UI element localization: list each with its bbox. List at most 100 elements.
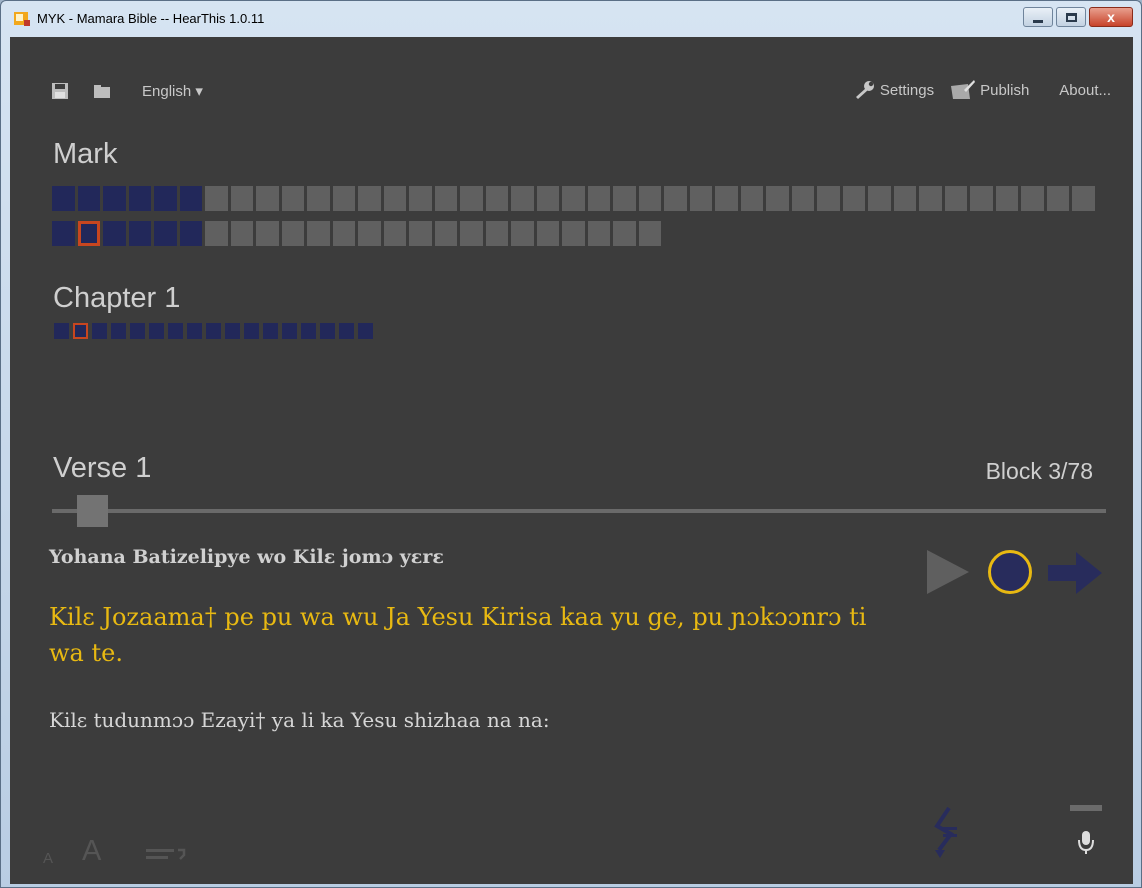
chapter-cell[interactable] [791,186,814,211]
text-wrap-icon[interactable] [146,848,188,862]
chapter-cell[interactable] [587,221,610,246]
chapter-cell[interactable] [1072,186,1095,211]
chapter-cell[interactable] [383,186,406,211]
next-arrow-icon[interactable] [1046,548,1106,598]
chapter-cell[interactable] [740,186,763,211]
verse-cell[interactable] [92,323,107,339]
play-icon[interactable] [927,550,969,594]
chapter-cell[interactable] [332,221,355,246]
chapter-cell[interactable] [919,186,942,211]
chapter-cell[interactable] [434,221,457,246]
verse-cell[interactable] [187,323,202,339]
chapter-cell[interactable] [613,221,636,246]
chapter-cell[interactable] [689,186,712,211]
publish-button[interactable]: Publish [950,80,1029,100]
chapter-cell[interactable] [179,221,202,246]
chapter-cell[interactable] [256,221,279,246]
chapter-cell[interactable] [511,221,534,246]
microphone-icon[interactable] [1068,803,1104,858]
chapter-cell[interactable] [434,186,457,211]
save-icon[interactable] [52,83,68,99]
chapter-cell[interactable] [383,221,406,246]
chapter-cell[interactable] [307,221,330,246]
chapter-cell[interactable] [485,221,508,246]
chapter-cell[interactable] [842,186,865,211]
verse-cell[interactable] [339,323,354,339]
verse-cell[interactable] [320,323,335,339]
chapter-cell[interactable] [358,221,381,246]
about-button[interactable]: About... [1059,82,1111,99]
verse-cell[interactable] [206,323,221,339]
chapter-cell[interactable] [230,186,253,211]
chapter-cell[interactable] [128,186,151,211]
chapter-cell[interactable] [562,221,585,246]
chapter-cell[interactable] [52,186,75,211]
chapter-cell[interactable] [179,186,202,211]
chapter-cell[interactable] [893,186,916,211]
language-selector[interactable]: English ▾ [142,82,203,100]
verse-cell[interactable] [73,323,88,339]
record-icon[interactable] [988,550,1032,594]
chapter-cell[interactable] [536,186,559,211]
chapter-cell[interactable] [281,221,304,246]
verse-cell[interactable] [301,323,316,339]
chapter-cell[interactable] [103,186,126,211]
maximize-button[interactable] [1056,7,1086,27]
verse-cell[interactable] [244,323,259,339]
chapter-cell[interactable] [77,186,100,211]
close-button[interactable]: x [1089,7,1133,27]
chapter-cell[interactable] [409,186,432,211]
verse-cell[interactable] [111,323,126,339]
chapter-cell[interactable] [485,186,508,211]
chapter-cell[interactable] [77,221,100,246]
chapter-cell[interactable] [205,186,228,211]
chapter-cell[interactable] [230,221,253,246]
verse-cell[interactable] [54,323,69,339]
chapter-cell[interactable] [460,186,483,211]
chapter-cell[interactable] [154,186,177,211]
verse-cell[interactable] [225,323,240,339]
chapter-cell[interactable] [307,186,330,211]
minimize-button[interactable] [1023,7,1053,27]
chapter-cell[interactable] [511,186,534,211]
settings-button[interactable]: Settings [854,81,934,99]
split-block-icon[interactable] [929,806,961,862]
chapter-cell[interactable] [638,186,661,211]
chapter-cell[interactable] [587,186,610,211]
chapter-cell[interactable] [715,186,738,211]
block-slider-thumb[interactable] [77,495,108,527]
block-slider-track[interactable] [52,509,1106,513]
chapter-cell[interactable] [103,221,126,246]
chapter-cell[interactable] [817,186,840,211]
chapter-cell[interactable] [638,221,661,246]
chapter-cell[interactable] [128,221,151,246]
chapter-cell[interactable] [664,186,687,211]
chapter-cell[interactable] [256,186,279,211]
font-larger-button[interactable]: A [82,835,101,868]
chapter-cell[interactable] [1021,186,1044,211]
chapter-cell[interactable] [613,186,636,211]
verse-cell[interactable] [149,323,164,339]
chapter-cell[interactable] [460,221,483,246]
chapter-cell[interactable] [281,186,304,211]
folder-icon[interactable] [94,83,110,99]
chapter-cell[interactable] [205,221,228,246]
chapter-cell[interactable] [358,186,381,211]
chapter-cell[interactable] [52,221,75,246]
chapter-cell[interactable] [562,186,585,211]
chapter-cell[interactable] [154,221,177,246]
verse-cell[interactable] [263,323,278,339]
chapter-cell[interactable] [995,186,1018,211]
verse-cell[interactable] [168,323,183,339]
chapter-cell[interactable] [409,221,432,246]
chapter-cell[interactable] [766,186,789,211]
font-smaller-button[interactable]: A [43,850,53,867]
chapter-cell[interactable] [944,186,967,211]
verse-cell[interactable] [130,323,145,339]
verse-cell[interactable] [282,323,297,339]
chapter-cell[interactable] [868,186,891,211]
chapter-cell[interactable] [332,186,355,211]
title-bar[interactable]: MYK - Mamara Bible -- HearThis 1.0.11 x [1,1,1141,37]
verse-cell[interactable] [358,323,373,339]
chapter-cell[interactable] [536,221,559,246]
